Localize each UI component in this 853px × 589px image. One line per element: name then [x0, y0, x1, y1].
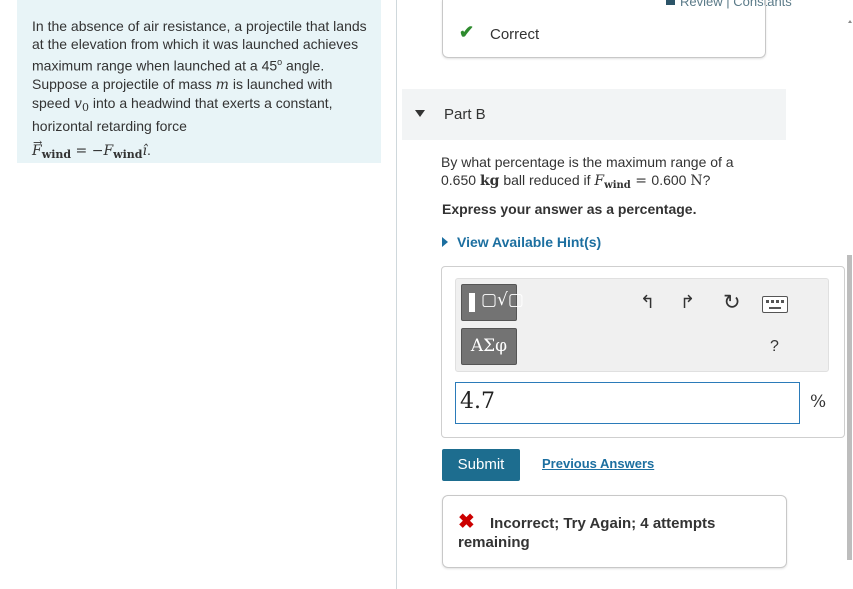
expand-triangle-icon — [442, 237, 448, 247]
force-value: 0.600 — [651, 172, 687, 188]
speed-variable: v — [74, 95, 82, 112]
templates-button[interactable]: ▢√▢ — [461, 284, 524, 321]
question-text: By what percentage is the maximum range … — [441, 154, 734, 170]
force-variable: F — [103, 142, 114, 159]
formula-period: . — [146, 141, 151, 158]
question-text: ball reduced if — [499, 172, 595, 188]
checkmark-icon: ✔ — [459, 22, 475, 42]
part-b-question: By what percentage is the maximum range … — [441, 153, 761, 195]
previous-answers-link[interactable]: Previous Answers — [542, 456, 654, 471]
speed-subscript: 0 — [81, 100, 89, 114]
question-equals: = — [630, 173, 652, 189]
force-subscript: wind — [113, 147, 143, 161]
part-a-feedback: ✔ Correct — [442, 0, 766, 58]
symbols-button[interactable]: ΑΣφ — [461, 328, 517, 365]
force-unit: N — [690, 173, 703, 189]
mass-unit: kg — [479, 173, 500, 189]
help-button[interactable]: ? — [770, 338, 779, 356]
answer-input[interactable]: 4.7 — [455, 382, 800, 424]
part-b-feedback: ✖ Incorrect; Try Again; 4 attempts remai… — [442, 495, 787, 568]
answer-unit: % — [810, 392, 827, 412]
correct-label: Correct — [490, 26, 540, 43]
undo-icon[interactable]: ↰ — [640, 292, 655, 313]
problem-statement: In the absence of air resistance, a proj… — [17, 0, 381, 163]
mass-value: 0.650 — [441, 172, 477, 188]
question-mark: ? — [702, 172, 711, 188]
hints-label: View Available Hint(s) — [457, 234, 602, 250]
part-b-title: Part B — [444, 106, 486, 123]
templates-icon — [469, 293, 475, 312]
hints-link[interactable]: View Available Hint(s) — [442, 234, 601, 250]
answer-instruction: Express your answer as a percentage. — [442, 201, 697, 217]
column-divider — [396, 0, 397, 589]
collapse-triangle-icon[interactable] — [415, 110, 425, 117]
mass-variable: m — [215, 76, 229, 93]
force-variable: F — [594, 173, 605, 189]
force-formula: → Fwind = −Fwindî. — [32, 135, 151, 161]
scroll-up-icon[interactable] — [848, 20, 852, 23]
part-b-header[interactable]: Part B — [402, 89, 786, 140]
radical-icon: ▢√▢ — [481, 290, 524, 310]
force-subscript: wind — [41, 147, 72, 161]
force-subscript: wind — [604, 180, 631, 191]
formula-equals: = − — [71, 142, 104, 159]
keyboard-icon[interactable] — [762, 296, 788, 313]
submit-button[interactable]: Submit — [442, 449, 520, 481]
incorrect-message: Incorrect; Try Again; 4 attempts remaini… — [458, 515, 716, 551]
reset-icon[interactable]: ↻ — [723, 290, 741, 315]
redo-icon[interactable]: ↱ — [680, 292, 695, 313]
scrollbar-thumb[interactable] — [847, 255, 852, 560]
